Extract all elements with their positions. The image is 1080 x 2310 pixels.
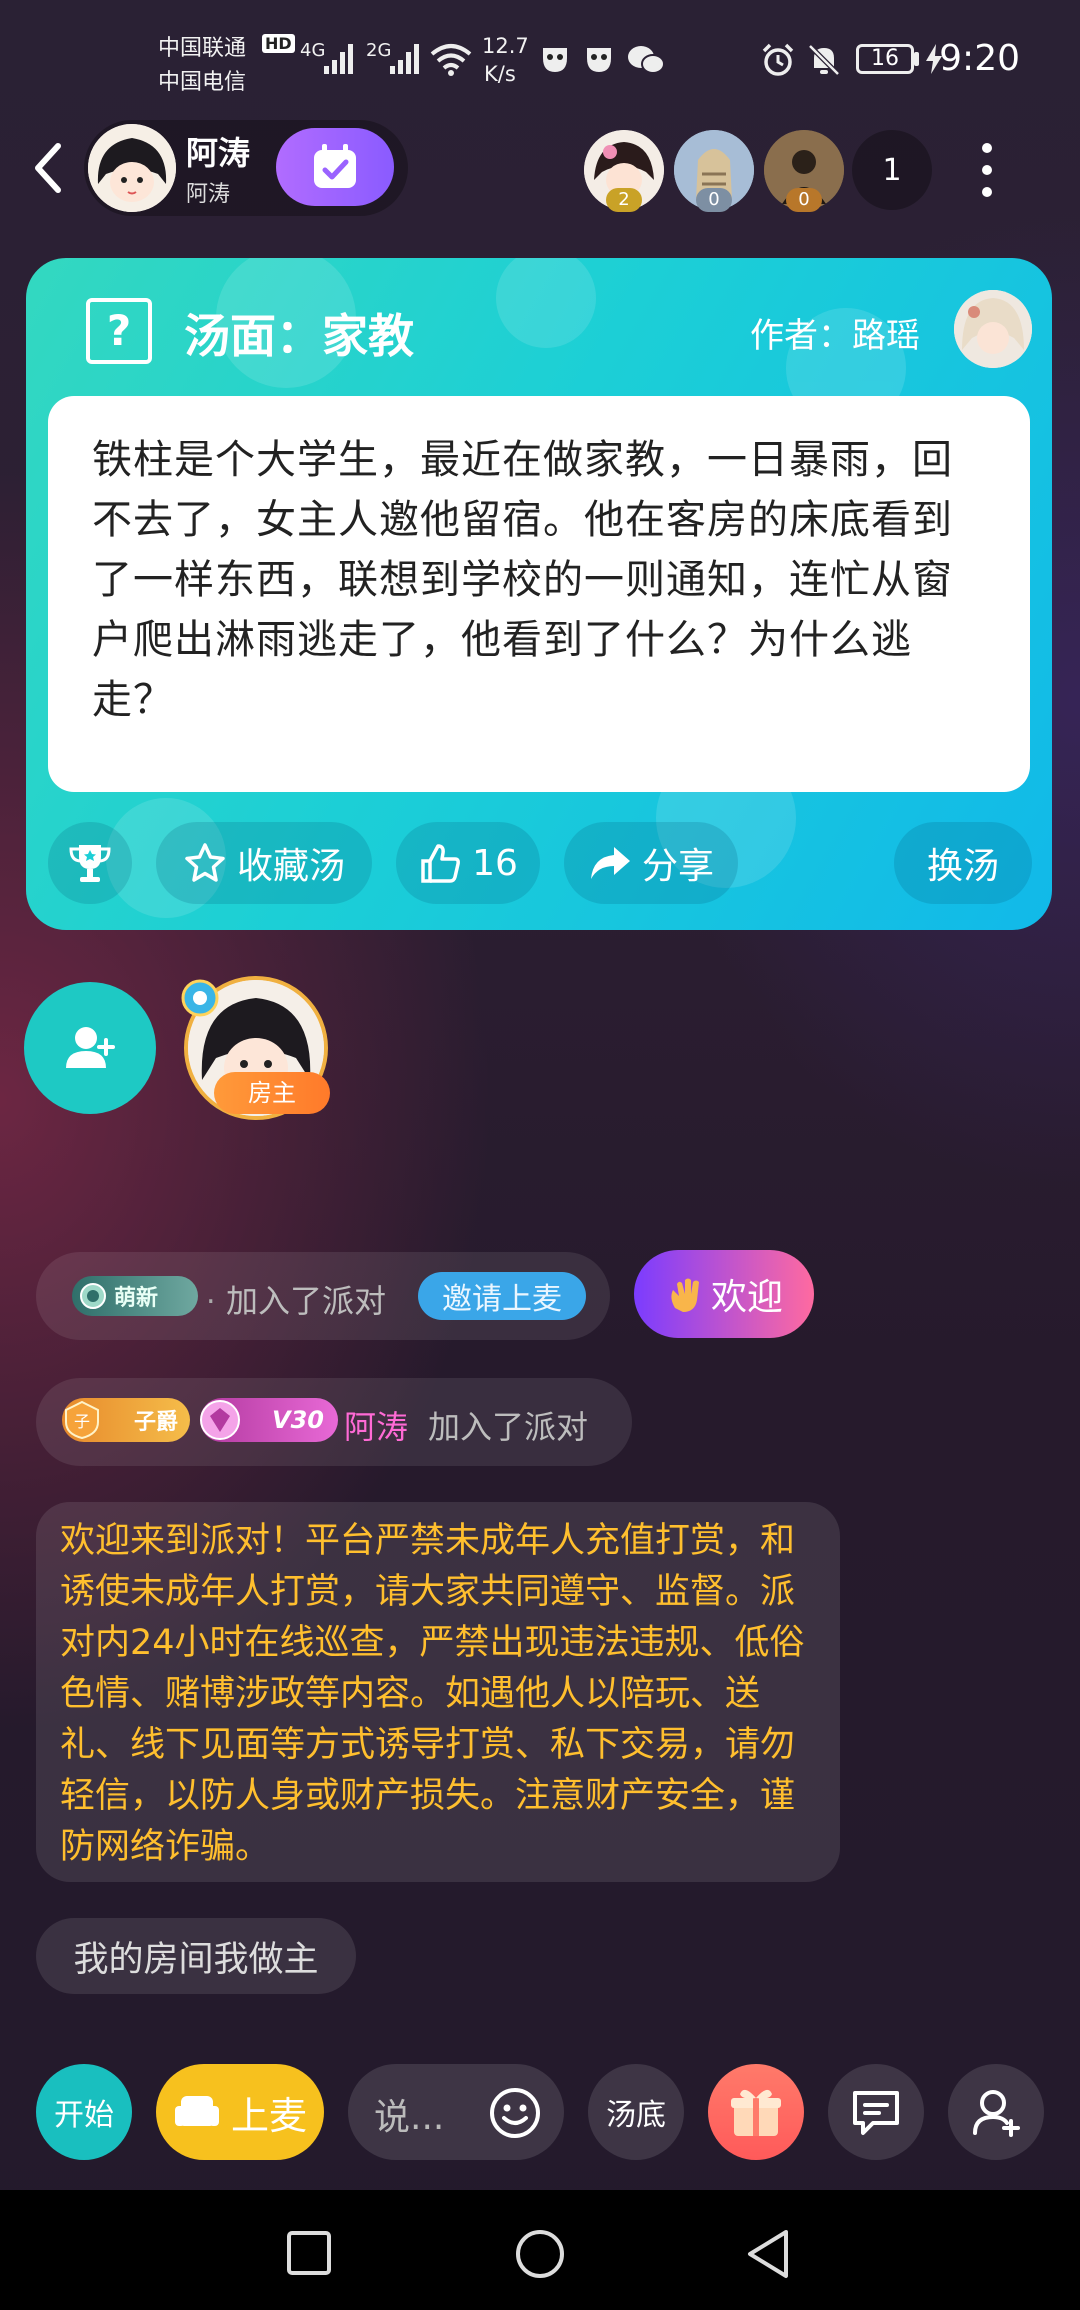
sofa-icon: [174, 2096, 219, 2126]
switch-label: 换汤: [926, 846, 999, 887]
host-subtitle: 阿涛: [186, 182, 231, 207]
trophy-icon: [69, 845, 111, 882]
wechat-icon: [628, 46, 665, 74]
card-author: 作者：路瑶: [750, 316, 920, 356]
clock: 9:20: [939, 38, 1020, 79]
system-navigation-bar: [0, 2190, 1080, 2310]
welcome-label: 欢迎: [710, 1277, 783, 1318]
collect-button[interactable]: 收藏汤: [156, 822, 372, 904]
message-input-placeholder: 说...: [374, 2097, 445, 2138]
battery-level: 16: [871, 46, 899, 71]
vip-badge: V30: [200, 1398, 338, 1442]
alarm-icon: [762, 43, 794, 76]
carrier-1: 中国联通: [158, 36, 247, 61]
emoji-icon[interactable]: [488, 2086, 542, 2140]
card-title: 汤面：家教: [184, 309, 414, 363]
invite-to-mic-label: 邀请上麦: [442, 1282, 562, 1317]
home-icon[interactable]: [514, 2228, 566, 2280]
add-user-icon: [66, 1027, 115, 1068]
crown-shield-icon: 子: [65, 1400, 99, 1440]
carrier-2: 中国电信: [158, 70, 247, 95]
signal-icon: [324, 44, 353, 74]
host-name: 阿涛: [186, 134, 251, 172]
more-options-icon[interactable]: [972, 140, 1002, 200]
add-friend-button[interactable]: [948, 2064, 1044, 2160]
invite-to-mic-button[interactable]: 邀请上麦: [418, 1272, 586, 1320]
like-count: 16: [472, 842, 518, 884]
like-button[interactable]: 16: [396, 822, 540, 904]
share-label: 分享: [641, 846, 714, 887]
ranking-button[interactable]: [48, 822, 132, 904]
follow-button[interactable]: [276, 128, 394, 206]
audience-avatar-2[interactable]: 0: [674, 130, 754, 212]
join-text-2: 加入了派对: [428, 1408, 589, 1446]
answer-button[interactable]: 汤底: [588, 2064, 684, 2160]
add-friend-icon: [973, 2090, 1020, 2137]
chat-bubble-icon: [853, 2091, 899, 2135]
hd-badge: HD: [262, 34, 295, 53]
invite-seat-button[interactable]: [24, 982, 156, 1114]
switch-puzzle-button[interactable]: 换汤: [894, 822, 1032, 904]
mask-app-icon: [543, 48, 567, 72]
chat-button[interactable]: [828, 2064, 924, 2160]
anonymous-user: .: [206, 1276, 216, 1311]
audience-badge: 0: [786, 188, 822, 212]
vip-gem-icon: [200, 1400, 240, 1440]
author-avatar-art: [954, 290, 1032, 368]
back-arrow-icon[interactable]: [28, 140, 68, 196]
chat-username[interactable]: 阿涛: [344, 1402, 408, 1448]
collect-label: 收藏汤: [236, 846, 345, 887]
vip-level: V30: [272, 1406, 324, 1434]
recent-apps-icon[interactable]: [286, 2230, 332, 2276]
level-badge-newbie: 萌新: [72, 1276, 198, 1316]
viscount-label: 子爵: [133, 1410, 178, 1435]
audience-avatar-3[interactable]: 0: [764, 130, 844, 212]
level-dot-icon: [80, 1283, 106, 1309]
thumbs-up-icon: [421, 844, 461, 883]
chat-message-room-motto: 我的房间我做主: [36, 1918, 356, 1994]
host-tag: 房主: [214, 1072, 330, 1114]
star-icon: [185, 843, 225, 882]
share-arrow-icon: [590, 847, 630, 879]
network-speed: 12.7: [482, 34, 529, 58]
waving-hand-icon: [671, 1278, 699, 1312]
newbie-label: 萌新: [114, 1286, 159, 1311]
welcome-button[interactable]: 欢迎: [634, 1250, 814, 1338]
network-speed-unit: K/s: [484, 62, 516, 86]
author-avatar[interactable]: [954, 290, 1032, 368]
audience-badge: 2: [606, 188, 642, 212]
signal-icon-2: [390, 44, 419, 74]
mute-bell-icon: [808, 44, 840, 76]
wifi-icon: [430, 44, 472, 76]
rank-badge-viscount: 子 子爵: [62, 1398, 190, 1442]
take-mic-label: 上麦: [230, 2093, 307, 2138]
question-icon: ?: [86, 298, 152, 364]
share-button[interactable]: 分享: [564, 822, 738, 904]
start-game-button[interactable]: 开始: [36, 2064, 132, 2160]
back-nav-icon[interactable]: [744, 2228, 792, 2280]
svg-text:子: 子: [74, 1412, 90, 1431]
audience-avatar-1[interactable]: 2: [584, 130, 664, 212]
answer-label: 汤底: [606, 2098, 666, 2133]
take-mic-button[interactable]: 上麦: [156, 2064, 324, 2160]
gift-icon: [731, 2089, 781, 2136]
battery-icon: 16: [856, 44, 914, 74]
calendar-check-icon: [314, 144, 356, 188]
camera-badge-icon: [181, 979, 219, 1017]
start-label: 开始: [54, 2098, 114, 2133]
status-bar: 中国联通 HD 中国电信 4G 2G 12.7 K/s 16 9:20: [0, 0, 1080, 120]
gift-button[interactable]: [708, 2064, 804, 2160]
mask-app-icon-2: [587, 48, 611, 72]
join-text: 加入了派对: [226, 1282, 387, 1320]
puzzle-text: 铁柱是个大学生，最近在做家教，一日暴雨，回不去了，女主人邀他留宿。他在客房的床底…: [92, 437, 953, 723]
room-motto-text: 我的房间我做主: [73, 1939, 319, 1980]
audience-badge: 0: [696, 188, 732, 212]
system-notice-text: 欢迎来到派对！平台严禁未成年人充值打赏，和诱使未成年人打赏，请大家共同遵守、监督…: [60, 1521, 805, 1867]
online-count[interactable]: 1: [852, 130, 932, 210]
host-avatar-art: [88, 124, 176, 212]
host-avatar[interactable]: [88, 124, 176, 212]
battery-tip: [914, 52, 919, 66]
